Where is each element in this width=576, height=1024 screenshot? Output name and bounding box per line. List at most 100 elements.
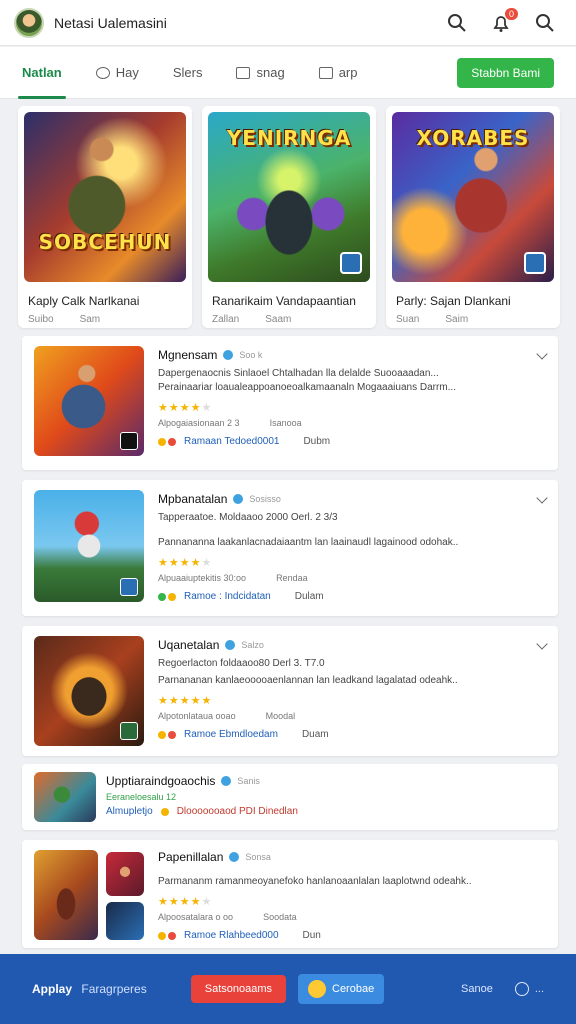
list-item[interactable]: Mgnensam Soo k Dapergenaocnis Sinlaoel C… — [22, 336, 558, 470]
bottom-more[interactable]: ... — [514, 982, 544, 996]
tab-hay[interactable]: Hay — [95, 47, 139, 99]
list-item-title: Upptiaraindgoaochis — [106, 774, 216, 788]
featured-card[interactable]: YENIRNGA Ranarikaim Vandapaantian Zallan… — [202, 106, 376, 328]
list-item-description-2: Parmananm ramanmeoyanefoko hanlanoaanlal… — [158, 876, 472, 887]
bottom-red-button[interactable]: Satsonoaams — [190, 975, 286, 1003]
list-item-link[interactable]: Ramoe Rlahbeed000 — [184, 930, 279, 941]
list-item-action[interactable]: Dulam — [295, 591, 324, 602]
verified-icon — [223, 350, 234, 360]
more-icon: ... — [534, 983, 544, 995]
list-item-description: Tapperaatoe. Moldaaoo 2000 Oerl. 2 3/3 — [158, 512, 338, 523]
list-item[interactable]: Uqanetalan Salzo Regoerlacton foldaaoo80… — [22, 626, 558, 756]
rating-stars: ★★★★★ — [158, 896, 213, 908]
header-action-button[interactable]: Stabbn Bami — [457, 57, 554, 88]
list-item-title: Uqanetalan — [158, 638, 220, 652]
list-item-link-prefix[interactable]: Almupletjo — [106, 806, 153, 817]
featured-meta-b: Saim — [445, 314, 469, 325]
reaction-icons — [158, 730, 176, 739]
bottom-blue-button-label: Cerobae — [332, 983, 375, 995]
featured-meta: Suan Saim — [392, 314, 554, 325]
list-item-title-row: Uqanetalan Salzo — [158, 638, 542, 652]
featured-title: Parly: Sajan Dlankani — [396, 294, 511, 308]
featured-meta-a: Suan — [396, 314, 420, 325]
list-item-text: Papenillalan Sonsa Parmananm ramanmeoyan… — [158, 850, 542, 941]
tab-label: Slers — [172, 65, 203, 80]
list-item-text: Mpbanatalan Sosisso Tapperaatoe. Moldaao… — [158, 492, 542, 602]
featured-meta-b: Sam — [79, 314, 101, 325]
list-item-description: Regoerlacton foldaaoo80 Derl 3. T7.0 — [158, 658, 325, 669]
search-icon-secondary[interactable] — [534, 12, 556, 34]
list-item-sub: Sonsa — [245, 852, 271, 862]
verified-icon — [233, 494, 244, 504]
list-item-image — [34, 490, 144, 602]
list-item-link[interactable]: Ramoe : Indcidatan — [184, 591, 271, 602]
list-item-stats: Alpogaiasionaan 2 3 Isanooa — [158, 418, 542, 428]
reaction-icons — [160, 807, 169, 816]
list-item[interactable]: Papenillalan Sonsa Parmananm ramanmeoyan… — [22, 840, 558, 948]
featured-meta-a: Zallan — [212, 314, 240, 325]
list-item-stats: Alpuaaiuptekitis 30:oo Rendaa — [158, 573, 542, 583]
list-item-description-2: Parnananan kanlaeooooaenlannan lan leadk… — [158, 675, 458, 686]
chat-icon — [95, 66, 110, 79]
list-item-title: Mpbanatalan — [158, 492, 228, 506]
list-item-title-row: Upptiaraindgoaochis Sanis — [106, 774, 542, 788]
verified-icon — [225, 640, 236, 650]
stat-b: Soodata — [263, 912, 297, 922]
tab-slers[interactable]: Slers — [173, 47, 203, 99]
list-item[interactable]: Mpbanatalan Sosisso Tapperaatoe. Moldaao… — [22, 480, 558, 616]
stat-a: Alpuaaiuptekitis 30:oo — [158, 573, 247, 583]
list-item-thumb — [106, 852, 144, 896]
avatar[interactable] — [14, 7, 44, 38]
verified-icon — [221, 776, 232, 786]
featured-image: SOBCEHUN — [24, 112, 186, 282]
featured-image-text: YENIRNGA — [226, 126, 352, 150]
reaction-icons — [158, 592, 176, 601]
featured-image-text: SOBCEHUN — [38, 230, 172, 254]
rating-stars: ★★★★★ — [158, 695, 213, 707]
featured-title: Ranarikaim Vandapaantian — [212, 294, 356, 308]
list-item-image — [34, 636, 144, 746]
notification-icon[interactable]: 0 — [490, 7, 518, 34]
list-item-footer: Ramaan Tedoed0001 Dubm — [158, 436, 542, 447]
tab-label: arp — [338, 65, 358, 80]
reaction-icons — [158, 437, 176, 446]
list-item-action[interactable]: Duam — [302, 729, 329, 740]
stat-b: Isanooa — [269, 418, 302, 428]
corner-badge-icon — [524, 252, 546, 274]
list-item-title-row: Mgnensam Soo k — [158, 348, 542, 362]
list-item-image — [34, 772, 96, 822]
list-item[interactable]: Upptiaraindgoaochis Sanis Eeraneloesalu … — [22, 764, 558, 830]
list-item-link[interactable]: Dlooooooaod PDI Dinedlan — [177, 806, 298, 817]
stat-a: Alpoosatalara o oo — [158, 912, 234, 922]
tab-natlan[interactable]: Natlan — [18, 47, 66, 99]
featured-image: YENIRNGA — [208, 112, 370, 282]
platform-icon — [120, 432, 138, 450]
list-item-sub: Salzo — [241, 640, 264, 650]
list-item-sub: Soo k — [239, 350, 263, 360]
rating-stars: ★★★★★ — [158, 402, 213, 414]
featured-card[interactable]: XORABES Parly: Sajan Dlankani Suan Saim — [386, 106, 560, 328]
top-icons: 0 — [446, 7, 556, 34]
list-item-text: Upptiaraindgoaochis Sanis Eeraneloesalu … — [106, 774, 542, 817]
tab-bar: Natlan Hay Slers snag arp Stabbn Bami — [0, 47, 576, 99]
top-app-bar: Netasi Ualemasini 0 — [0, 0, 576, 46]
featured-meta: Suibo Sam — [24, 314, 186, 325]
list-item-action[interactable]: Dubm — [303, 436, 330, 447]
list-item-title-row: Papenillalan Sonsa — [158, 850, 542, 864]
featured-title: Kaply Calk Narlkanai — [28, 294, 140, 308]
search-icon[interactable] — [446, 12, 468, 34]
bottom-blue-button[interactable]: Cerobae — [298, 974, 385, 1004]
notification-badge: 0 — [504, 7, 518, 20]
list-item-title: Mgnensam — [158, 348, 218, 362]
list-item-action[interactable]: Dun — [303, 930, 321, 941]
list-item-link[interactable]: Ramaan Tedoed0001 — [184, 436, 279, 447]
bottom-right-text[interactable]: Sanoe — [461, 983, 493, 995]
featured-card[interactable]: SOBCEHUN Kaply Calk Narlkanai Suibo Sam — [18, 106, 192, 328]
list-item-stats: Alpotonlataua ooao Moodal — [158, 711, 542, 721]
emoji-icon — [514, 982, 529, 996]
bottom-bar-title: Applay — [32, 982, 73, 996]
tab-arp[interactable]: arp — [318, 47, 358, 99]
list-item-link[interactable]: Ramoe Ebmdloedam — [184, 729, 278, 740]
list-item-sub: Sanis — [237, 776, 260, 786]
tab-snag[interactable]: snag — [236, 47, 285, 99]
